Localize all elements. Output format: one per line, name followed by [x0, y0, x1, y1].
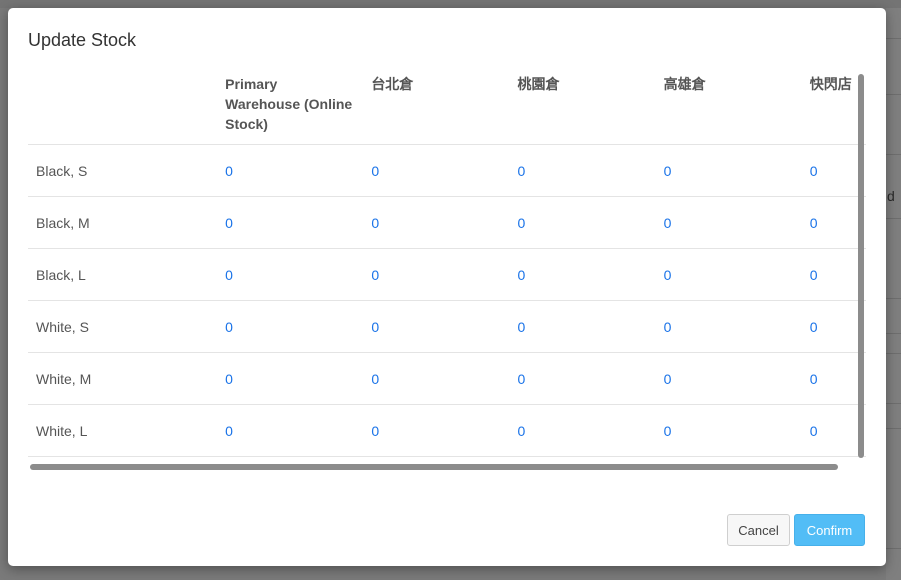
- stock-cell: 0: [801, 404, 866, 457]
- column-header-kaohsiung: 高雄倉: [663, 76, 706, 92]
- stock-value-link[interactable]: 0: [225, 163, 233, 179]
- stock-cell: 0: [217, 196, 364, 249]
- stock-cell: 0: [801, 352, 866, 405]
- stock-cell: 0: [363, 352, 510, 405]
- variant-name: Black, S: [28, 144, 218, 197]
- column-header-taoyuan: 桃園倉: [517, 76, 560, 92]
- stock-value-link[interactable]: 0: [810, 371, 818, 387]
- stock-cell: 0: [655, 300, 802, 353]
- stock-value-link[interactable]: 0: [371, 215, 379, 231]
- stock-value-link[interactable]: 0: [371, 371, 379, 387]
- stock-cell: 0: [655, 144, 802, 197]
- stock-cell: 0: [655, 352, 802, 405]
- stock-cell: 0: [217, 352, 364, 405]
- stock-cell: 0: [363, 144, 510, 197]
- stock-value-link[interactable]: 0: [810, 423, 818, 439]
- stock-cell: 0: [363, 248, 510, 301]
- stock-value-link[interactable]: 0: [225, 267, 233, 283]
- stock-value-link[interactable]: 0: [225, 215, 233, 231]
- stock-value-link[interactable]: 0: [517, 423, 525, 439]
- stock-cell: 0: [509, 144, 656, 197]
- table-row: White, M 0 0 0 0 0: [28, 352, 866, 405]
- stock-value-link[interactable]: 0: [664, 371, 672, 387]
- stock-value-link[interactable]: 0: [664, 163, 672, 179]
- stock-value-link[interactable]: 0: [371, 423, 379, 439]
- stock-value-link[interactable]: 0: [810, 267, 818, 283]
- stock-cell: 0: [217, 300, 364, 353]
- stock-cell: 0: [655, 196, 802, 249]
- stock-value-link[interactable]: 0: [371, 319, 379, 335]
- variant-name: Black, M: [28, 196, 218, 249]
- table-row: Black, M 0 0 0 0 0: [28, 196, 866, 249]
- stock-value-link[interactable]: 0: [517, 215, 525, 231]
- stock-cell: 0: [509, 196, 656, 249]
- table-header-row: Primary Warehouse (Online Stock) 台北倉 桃園倉…: [28, 70, 866, 145]
- table-row: White, L 0 0 0 0 0: [28, 404, 866, 457]
- dialog-title: Update Stock: [28, 30, 137, 50]
- stock-value-link[interactable]: 0: [517, 371, 525, 387]
- stock-value-link[interactable]: 0: [810, 319, 818, 335]
- stock-value-link[interactable]: 0: [225, 371, 233, 387]
- stock-cell: 0: [509, 248, 656, 301]
- column-header-variant: [28, 70, 217, 145]
- table-row: White, S 0 0 0 0 0: [28, 300, 866, 353]
- column-header-primary-warehouse: Primary Warehouse (Online Stock): [225, 76, 353, 132]
- stock-cell: 0: [801, 144, 866, 197]
- stock-table: Primary Warehouse (Online Stock) 台北倉 桃園倉…: [28, 70, 866, 457]
- stock-cell: 0: [363, 404, 510, 457]
- confirm-button[interactable]: Confirm: [794, 514, 865, 546]
- update-stock-dialog: Update Stock Primary Warehouse (Online S…: [8, 8, 886, 566]
- variant-name: White, L: [28, 404, 218, 457]
- stock-cell: 0: [217, 248, 364, 301]
- variant-name: White, M: [28, 352, 218, 405]
- stock-value-link[interactable]: 0: [664, 267, 672, 283]
- stock-table-scroll[interactable]: Primary Warehouse (Online Stock) 台北倉 桃園倉…: [28, 70, 866, 466]
- stock-value-link[interactable]: 0: [810, 215, 818, 231]
- stock-value-link[interactable]: 0: [810, 163, 818, 179]
- vertical-scrollbar[interactable]: [858, 74, 864, 458]
- stock-value-link[interactable]: 0: [517, 163, 525, 179]
- table-row: Black, S 0 0 0 0 0: [28, 144, 866, 197]
- stock-cell: 0: [509, 300, 656, 353]
- variant-name: White, S: [28, 300, 218, 353]
- stock-cell: 0: [655, 248, 802, 301]
- stock-cell: 0: [509, 404, 656, 457]
- cancel-button[interactable]: Cancel: [727, 514, 790, 546]
- stock-cell: 0: [363, 300, 510, 353]
- stock-value-link[interactable]: 0: [225, 423, 233, 439]
- variant-name: Black, L: [28, 248, 218, 301]
- stock-value-link[interactable]: 0: [225, 319, 233, 335]
- stock-cell: 0: [801, 300, 866, 353]
- stock-cell: 0: [801, 196, 866, 249]
- stock-value-link[interactable]: 0: [371, 267, 379, 283]
- stock-cell: 0: [801, 248, 866, 301]
- column-header-taipei: 台北倉: [371, 76, 414, 92]
- stock-value-link[interactable]: 0: [517, 319, 525, 335]
- stock-cell: 0: [217, 144, 364, 197]
- stock-cell: 0: [217, 404, 364, 457]
- stock-value-link[interactable]: 0: [664, 319, 672, 335]
- horizontal-scrollbar[interactable]: [30, 464, 838, 470]
- table-row: Black, L 0 0 0 0 0: [28, 248, 866, 301]
- stock-cell: 0: [363, 196, 510, 249]
- column-header-popup-store: 快閃店: [809, 76, 852, 92]
- stock-cell: 0: [655, 404, 802, 457]
- stock-value-link[interactable]: 0: [664, 215, 672, 231]
- stock-value-link[interactable]: 0: [517, 267, 525, 283]
- stock-value-link[interactable]: 0: [664, 423, 672, 439]
- stock-value-link[interactable]: 0: [371, 163, 379, 179]
- stock-cell: 0: [509, 352, 656, 405]
